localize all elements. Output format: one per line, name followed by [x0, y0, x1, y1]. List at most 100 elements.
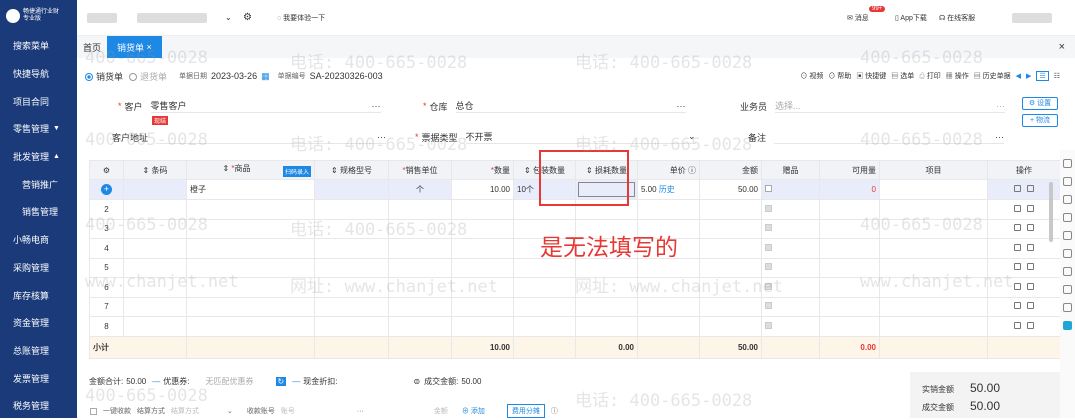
copy-icon[interactable]: [1027, 302, 1034, 310]
tab-sales-order[interactable]: 销货单 ×: [107, 36, 162, 58]
link-icon[interactable]: [1063, 267, 1072, 276]
sidebar-item-funds[interactable]: 资金管理: [0, 309, 77, 337]
vertical-scrollbar[interactable]: [1049, 182, 1053, 242]
truck-icon[interactable]: [1063, 303, 1072, 312]
delete-icon[interactable]: [1014, 243, 1021, 251]
account-field[interactable]: 账号: [281, 406, 351, 416]
gift-checkbox[interactable]: [765, 263, 772, 271]
gift-checkbox[interactable]: [765, 282, 772, 290]
amount-cell[interactable]: 50.00: [699, 179, 762, 200]
delete-icon[interactable]: [1014, 263, 1021, 271]
copy-icon[interactable]: [1027, 243, 1034, 251]
expand-icon[interactable]: [1063, 321, 1072, 330]
shortcut-button[interactable]: ▣ 快捷键: [856, 71, 886, 81]
radio-return[interactable]: 退货单: [129, 70, 167, 83]
copy-icon[interactable]: [1027, 282, 1034, 290]
logistics-button[interactable]: + 物流: [1022, 114, 1058, 127]
sidebar-item-invoice[interactable]: 发票管理: [0, 364, 77, 392]
refresh-icon[interactable]: [1063, 177, 1072, 186]
calendar-icon[interactable]: ▦: [261, 71, 270, 82]
scan-entry-button[interactable]: 扫码录入: [282, 166, 311, 177]
operate-button[interactable]: ▦ 操作: [946, 71, 969, 81]
one-click-checkbox[interactable]: [90, 407, 97, 415]
lock-icon[interactable]: [1063, 249, 1072, 258]
refresh-icon[interactable]: ↻: [275, 376, 287, 386]
coin-icon[interactable]: [1063, 231, 1072, 240]
chat-icon[interactable]: [1063, 213, 1072, 222]
sidebar-item-purchase[interactable]: 采购管理: [0, 254, 77, 282]
settings-button[interactable]: ⚙ 设置: [1022, 97, 1058, 110]
sidebar-item-marketing[interactable]: 营销推广: [0, 170, 77, 198]
salesman-field[interactable]: 选择... ···: [775, 99, 1006, 113]
unit-cell[interactable]: 个: [388, 179, 452, 200]
fee-allocation-button[interactable]: 费用分摊: [506, 404, 545, 418]
gift-checkbox[interactable]: [765, 321, 772, 329]
tab-home[interactable]: 首页: [77, 36, 107, 58]
chevron-down-icon[interactable]: ⌄: [225, 13, 232, 22]
copy-icon[interactable]: [1027, 321, 1034, 329]
sidebar-item-wholesale[interactable]: 批发管理 ▲: [0, 143, 77, 171]
close-icon[interactable]: ×: [147, 42, 152, 52]
project-cell[interactable]: [879, 179, 988, 200]
sidebar-item-retail[interactable]: 零售管理 ▼: [0, 115, 77, 143]
price-cell[interactable]: 5.00 历史: [637, 179, 700, 200]
history-link[interactable]: 历史: [659, 185, 675, 194]
sidebar-item-ledger[interactable]: 总账管理: [0, 337, 77, 365]
select-button[interactable]: ▤ 选单: [891, 71, 914, 81]
help-icon[interactable]: ⓘ: [551, 406, 558, 416]
star-icon[interactable]: [1063, 285, 1072, 294]
sidebar-item-tax[interactable]: 税务管理: [0, 392, 77, 420]
customer-field[interactable]: 零售客户 ···: [150, 99, 381, 113]
sidebar-item-quicknav[interactable]: 快捷导航: [0, 60, 77, 88]
doc-icon[interactable]: [1063, 159, 1072, 168]
next-icon[interactable]: ▶: [1026, 72, 1031, 80]
try-link[interactable]: ◌ 我要体验一下: [277, 13, 325, 23]
sidebar-item-sales[interactable]: 销售管理: [0, 198, 77, 226]
remark-field[interactable]: ···: [774, 130, 1005, 144]
prev-icon[interactable]: ◀: [1016, 72, 1021, 80]
copy-icon[interactable]: [1027, 204, 1034, 212]
delete-icon[interactable]: [1014, 204, 1021, 212]
stock-icon[interactable]: [1063, 195, 1072, 204]
add-payment-button[interactable]: ⊕ 添加: [462, 406, 485, 416]
date-value[interactable]: 2023-03-26: [211, 71, 257, 81]
gift-checkbox[interactable]: [765, 185, 772, 192]
gift-checkbox[interactable]: [765, 243, 772, 251]
copy-icon[interactable]: [1027, 263, 1034, 271]
gift-checkbox[interactable]: [765, 302, 772, 310]
delete-icon[interactable]: [1014, 282, 1021, 290]
delete-icon[interactable]: [1014, 224, 1021, 232]
sidebar-item-contract[interactable]: 项目合同: [0, 87, 77, 115]
warehouse-field[interactable]: 总仓 ···: [455, 99, 686, 113]
column-settings-icon[interactable]: ⚙: [89, 160, 124, 180]
delete-icon[interactable]: [1014, 185, 1021, 192]
delete-icon[interactable]: [1014, 321, 1021, 329]
product-cell[interactable]: 橙子: [186, 179, 315, 200]
gift-checkbox[interactable]: [765, 224, 772, 232]
message-button[interactable]: ✉ 消息: [847, 13, 869, 23]
radio-sales[interactable]: 销货单: [85, 70, 123, 83]
copy-icon[interactable]: [1027, 224, 1034, 232]
qty-cell[interactable]: 10.00: [451, 179, 514, 200]
gift-checkbox[interactable]: [765, 204, 772, 212]
print-button[interactable]: ⎙ 打印: [919, 71, 941, 81]
grid-view-icon[interactable]: ☷: [1054, 72, 1060, 80]
invoice-select[interactable]: 不开票 ⌄: [465, 130, 696, 144]
sidebar-item-inventory[interactable]: 库存核算: [0, 281, 77, 309]
copy-icon[interactable]: [1027, 185, 1034, 192]
coupon-field[interactable]: 无匹配优惠券: [206, 376, 254, 387]
sidebar-item-search[interactable]: 搜索菜单: [0, 32, 77, 60]
window-close-icon[interactable]: ×: [1059, 41, 1065, 53]
address-field[interactable]: ···: [156, 130, 387, 144]
gear-icon[interactable]: ⚙: [243, 12, 252, 23]
help-button[interactable]: ⊙ 帮助: [828, 71, 851, 81]
delete-icon[interactable]: [1014, 302, 1021, 310]
sidebar-item-ecommerce[interactable]: 小畅电商: [0, 226, 77, 254]
video-button[interactable]: ⊙ 视频: [800, 71, 823, 81]
app-download[interactable]: ▯ App下载: [895, 13, 927, 23]
history-button[interactable]: ▤ 历史单据: [974, 71, 1011, 81]
add-row-icon[interactable]: +: [101, 184, 112, 195]
settle-field[interactable]: 结算方式: [171, 406, 221, 416]
online-service[interactable]: ☊ 在线客服: [939, 13, 975, 23]
list-view-icon[interactable]: ☰: [1036, 71, 1049, 81]
